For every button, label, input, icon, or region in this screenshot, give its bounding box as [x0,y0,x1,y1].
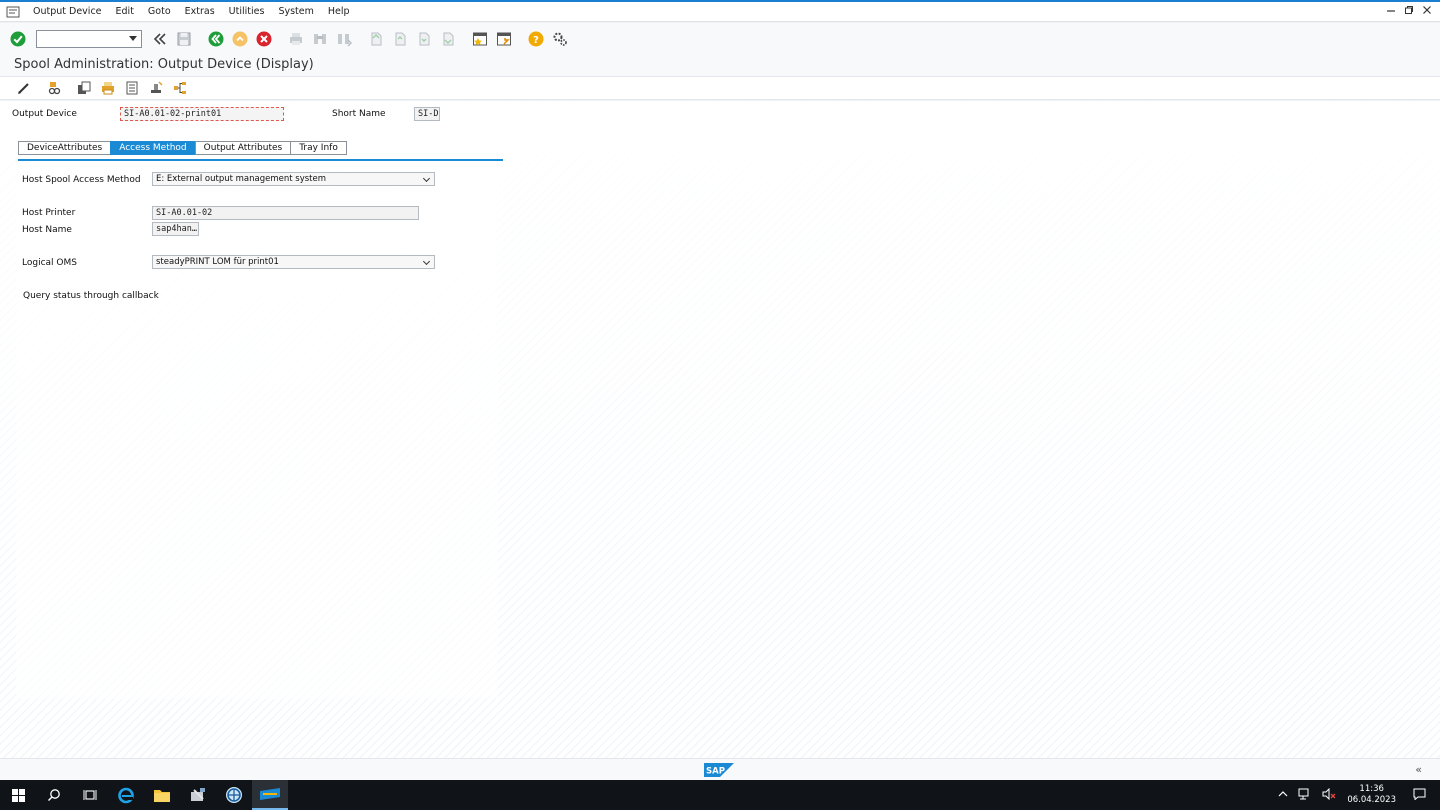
find-next-icon[interactable] [335,30,353,48]
app-menu-icon[interactable] [6,6,20,18]
logical-oms-label: Logical OMS [22,258,77,268]
windows-taskbar: 11:36 06.04.2023 [0,780,1440,810]
svg-text:SAP: SAP [706,767,725,777]
taskbar-clock[interactable]: 11:36 06.04.2023 [1347,784,1396,806]
windows-start-icon[interactable] [0,780,36,810]
close-icon[interactable] [1422,5,1432,15]
pencil-edit-icon[interactable] [16,80,32,96]
where-used-icon[interactable] [46,80,62,96]
cancel-icon[interactable] [255,30,273,48]
save-icon[interactable] [175,30,193,48]
tab-content-panel [16,162,498,699]
host-printer-label: Host Printer [22,208,76,218]
host-name-field[interactable]: sap4han… [152,222,199,236]
menu-bar: Output Device Edit Goto Extras Utilities… [0,2,1440,22]
output-device-field[interactable]: SI-A0.01-02-print01 [120,107,284,121]
customize-layout-icon[interactable] [551,30,569,48]
next-page-icon[interactable] [415,30,433,48]
first-page-icon[interactable] [367,30,385,48]
clock-time: 11:36 [1359,784,1384,794]
svg-text:?: ? [533,35,539,46]
screen-title-bar: Spool Administration: Output Device (Dis… [0,55,1440,77]
exit-icon[interactable] [231,30,249,48]
status-bar: SAP « [0,758,1440,780]
generate-shortcut-icon[interactable] [495,30,513,48]
double-chevron-left-icon[interactable] [151,30,169,48]
tab-strip: DeviceAttributes Access Method Output At… [18,141,347,155]
find-icon[interactable] [311,30,329,48]
tab-device-attributes[interactable]: DeviceAttributes [18,141,111,155]
menu-utilities[interactable]: Utilities [222,6,272,17]
menu-goto[interactable]: Goto [141,6,178,17]
tab-access-method[interactable]: Access Method [110,141,195,155]
page-title: Spool Administration: Output Device (Dis… [14,57,314,72]
system-tray: 11:36 06.04.2023 [1273,780,1440,810]
last-page-icon[interactable] [439,30,457,48]
short-name-field[interactable]: SI-D [414,107,440,121]
notifications-icon[interactable] [1413,788,1426,803]
task-view-icon[interactable] [72,780,108,810]
host-spool-access-method-label: Host Spool Access Method [22,175,141,185]
network-icon[interactable] [1298,788,1312,803]
tools-app-icon[interactable] [180,780,216,810]
document-list-icon[interactable] [124,80,140,96]
previous-page-icon[interactable] [391,30,409,48]
query-status-callback-text: Query status through callback [23,291,159,301]
system-toolbar: ? [0,23,1440,55]
window-controls [1386,5,1432,15]
sap-logon-icon[interactable] [216,780,252,810]
printer-icon[interactable] [100,80,116,96]
restore-icon[interactable] [1404,5,1414,15]
print-icon[interactable] [287,30,305,48]
internet-explorer-icon[interactable] [108,780,144,810]
menu-extras[interactable]: Extras [178,6,222,17]
stamp-icon[interactable] [148,80,164,96]
search-icon[interactable] [36,780,72,810]
tab-tray-info[interactable]: Tray Info [290,141,347,155]
menu-help[interactable]: Help [321,6,357,17]
menu-edit[interactable]: Edit [109,6,141,17]
hierarchy-icon[interactable] [172,80,188,96]
minimize-icon[interactable] [1386,5,1396,15]
host-spool-access-method-select[interactable]: E: External output management system [152,172,435,186]
host-printer-field[interactable]: SI-A0.01-02 [152,206,419,220]
command-field[interactable] [36,30,142,48]
back-icon[interactable] [207,30,225,48]
output-device-label: Output Device [12,109,77,119]
file-explorer-icon[interactable] [144,780,180,810]
clock-date: 06.04.2023 [1347,795,1396,805]
menu-system[interactable]: System [271,6,320,17]
logical-oms-select[interactable]: steadyPRINT LOM für print01 [152,255,435,269]
create-session-icon[interactable] [471,30,489,48]
host-name-label: Host Name [22,225,72,235]
volume-muted-icon[interactable] [1322,787,1336,803]
menu-output-device[interactable]: Output Device [26,6,109,17]
application-toolbar [0,77,1440,100]
sap-logo: SAP [704,763,734,777]
tab-underline [18,159,503,161]
chevron-up-icon[interactable] [1278,790,1288,801]
status-bar-expand-icon[interactable]: « [1415,763,1422,776]
enter-check-icon[interactable] [9,30,27,48]
copy-device-icon[interactable] [76,80,92,96]
help-icon[interactable]: ? [527,30,545,48]
short-name-label: Short Name [332,109,386,119]
tab-output-attributes[interactable]: Output Attributes [194,141,291,155]
sap-gui-taskbar-icon[interactable] [252,780,288,810]
